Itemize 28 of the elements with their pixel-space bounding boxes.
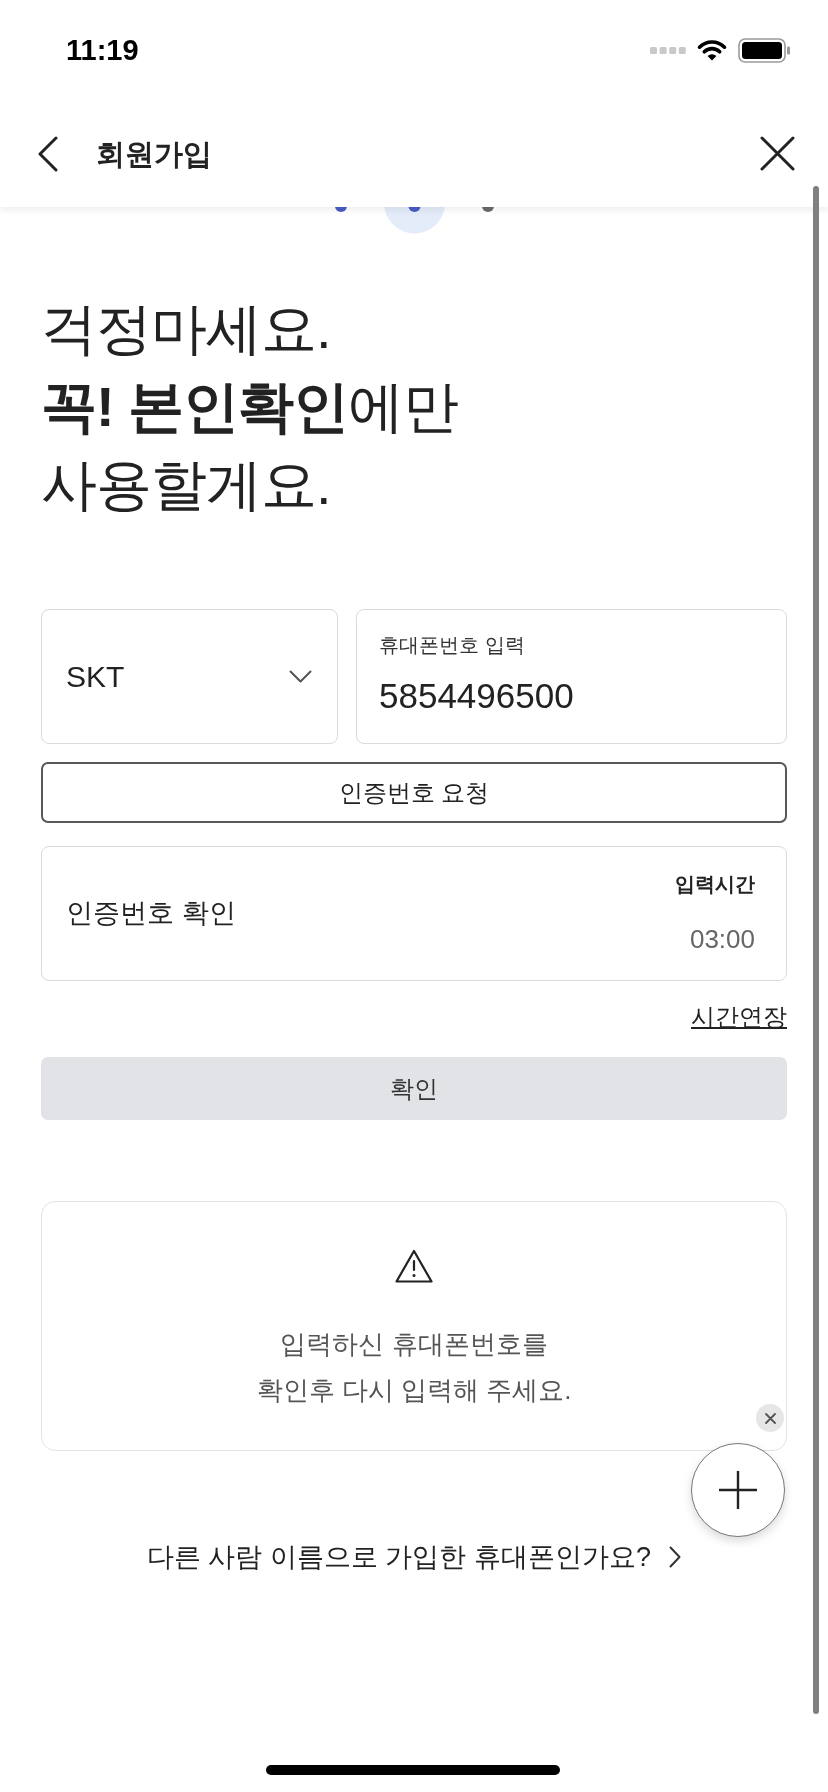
close-icon <box>760 136 795 171</box>
dismiss-button[interactable] <box>756 1404 784 1432</box>
battery-icon <box>738 37 791 63</box>
close-icon <box>764 1412 776 1424</box>
request-code-button[interactable]: 인증번호 요청 <box>41 762 787 823</box>
carrier-select[interactable]: SKT <box>41 609 338 744</box>
status-time: 11:19 <box>66 33 139 67</box>
plus-icon <box>719 1471 757 1509</box>
other-owner-link[interactable]: 다른 사람 이름으로 가입한 휴대폰인가요? <box>147 1537 681 1577</box>
code-input-field[interactable]: 인증번호 확인 입력시간 03:00 <box>41 846 787 981</box>
extend-time-link[interactable]: 시간연장 <box>691 999 787 1035</box>
page-heading: 걱정마세요. 꼭! 본인확인에만 사용할게요. <box>41 296 460 518</box>
wifi-icon <box>696 39 728 61</box>
chevron-right-icon <box>669 1546 681 1568</box>
close-button[interactable] <box>760 136 795 171</box>
warning-icon <box>395 1249 433 1284</box>
phone-number-field[interactable]: 휴대폰번호 입력 5854496500 <box>356 609 787 744</box>
page-title: 회원가입 <box>96 136 213 172</box>
signal-icon <box>650 46 686 54</box>
code-input[interactable]: 인증번호 확인 <box>66 893 675 934</box>
back-icon <box>37 135 59 172</box>
timer-text: 03:00 <box>689 923 755 956</box>
add-button[interactable] <box>691 1443 785 1537</box>
phone-number-input[interactable]: 5854496500 <box>379 676 764 716</box>
timer-label: 입력시간 <box>675 872 755 897</box>
chevron-down-icon <box>289 670 312 683</box>
back-button[interactable] <box>37 135 59 172</box>
notice-text: 입력하신 휴대폰번호를 확인후 다시 입력해 주세요. <box>256 1328 572 1407</box>
